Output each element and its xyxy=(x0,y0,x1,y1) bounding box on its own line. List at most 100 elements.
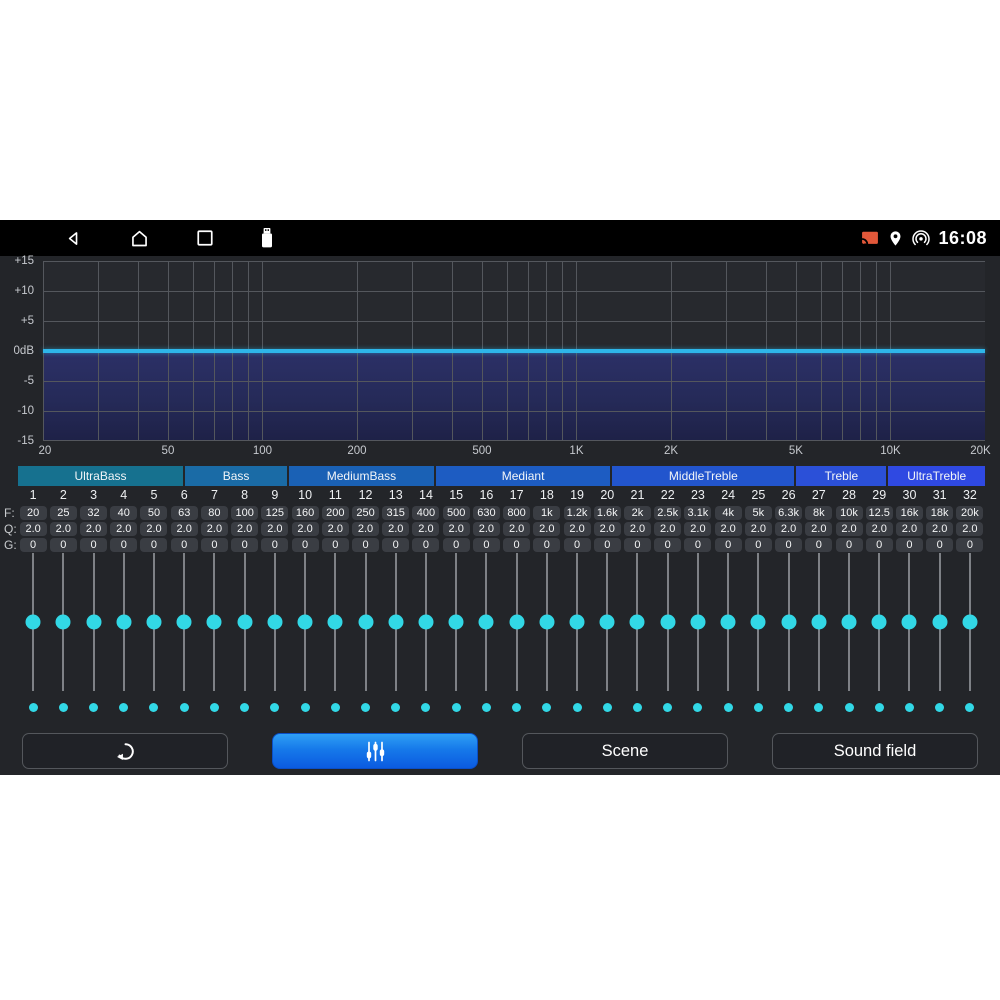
f-value-chip[interactable]: 315 xyxy=(382,506,409,520)
gain-slider[interactable] xyxy=(48,553,78,691)
q-value-chip[interactable]: 2.0 xyxy=(836,522,863,536)
gain-slider[interactable] xyxy=(804,553,834,691)
g-value-chip[interactable]: 0 xyxy=(261,538,288,552)
g-value-chip[interactable]: 0 xyxy=(745,538,772,552)
g-value-chip[interactable]: 0 xyxy=(684,538,711,552)
f-value-chip[interactable]: 63 xyxy=(171,506,198,520)
gain-slider[interactable] xyxy=(78,553,108,691)
gain-slider[interactable] xyxy=(260,553,290,691)
slider-thumb[interactable] xyxy=(449,615,464,630)
slider-thumb[interactable] xyxy=(932,615,947,630)
f-value-chip[interactable]: 2k xyxy=(624,506,651,520)
q-value-chip[interactable]: 2.0 xyxy=(171,522,198,536)
f-value-chip[interactable]: 250 xyxy=(352,506,379,520)
q-value-chip[interactable]: 2.0 xyxy=(926,522,953,536)
g-value-chip[interactable]: 0 xyxy=(292,538,319,552)
gain-slider[interactable] xyxy=(350,553,380,691)
gain-slider[interactable] xyxy=(592,553,622,691)
f-value-chip[interactable]: 50 xyxy=(140,506,167,520)
f-value-chip[interactable]: 18k xyxy=(926,506,953,520)
gain-slider[interactable] xyxy=(925,553,955,691)
f-value-chip[interactable]: 100 xyxy=(231,506,258,520)
g-value-chip[interactable]: 0 xyxy=(171,538,198,552)
g-value-chip[interactable]: 0 xyxy=(654,538,681,552)
q-value-chip[interactable]: 2.0 xyxy=(866,522,893,536)
g-value-chip[interactable]: 0 xyxy=(201,538,228,552)
slider-thumb[interactable] xyxy=(630,615,645,630)
f-value-chip[interactable]: 1.6k xyxy=(594,506,621,520)
gain-slider[interactable] xyxy=(683,553,713,691)
f-value-chip[interactable]: 2.5k xyxy=(654,506,681,520)
q-value-chip[interactable]: 2.0 xyxy=(715,522,742,536)
g-value-chip[interactable]: 0 xyxy=(715,538,742,552)
slider-thumb[interactable] xyxy=(811,615,826,630)
g-value-chip[interactable]: 0 xyxy=(805,538,832,552)
slider-thumb[interactable] xyxy=(207,615,222,630)
f-value-chip[interactable]: 40 xyxy=(110,506,137,520)
slider-thumb[interactable] xyxy=(721,615,736,630)
q-value-chip[interactable]: 2.0 xyxy=(20,522,47,536)
f-value-chip[interactable]: 1k xyxy=(533,506,560,520)
f-value-chip[interactable]: 20k xyxy=(956,506,983,520)
g-value-chip[interactable]: 0 xyxy=(473,538,500,552)
f-value-chip[interactable]: 4k xyxy=(715,506,742,520)
f-value-chip[interactable]: 6.3k xyxy=(775,506,802,520)
f-value-chip[interactable]: 800 xyxy=(503,506,530,520)
f-value-chip[interactable]: 500 xyxy=(443,506,470,520)
q-value-chip[interactable]: 2.0 xyxy=(594,522,621,536)
equalizer-button[interactable] xyxy=(272,733,478,769)
q-value-chip[interactable]: 2.0 xyxy=(352,522,379,536)
g-value-chip[interactable]: 0 xyxy=(110,538,137,552)
f-value-chip[interactable]: 16k xyxy=(896,506,923,520)
g-value-chip[interactable]: 0 xyxy=(443,538,470,552)
g-value-chip[interactable]: 0 xyxy=(533,538,560,552)
g-value-chip[interactable]: 0 xyxy=(926,538,953,552)
q-value-chip[interactable]: 2.0 xyxy=(412,522,439,536)
q-value-chip[interactable]: 2.0 xyxy=(805,522,832,536)
home-button[interactable] xyxy=(124,220,154,256)
q-value-chip[interactable]: 2.0 xyxy=(684,522,711,536)
gain-slider[interactable] xyxy=(109,553,139,691)
f-value-chip[interactable]: 5k xyxy=(745,506,772,520)
f-value-chip[interactable]: 8k xyxy=(805,506,832,520)
q-value-chip[interactable]: 2.0 xyxy=(533,522,560,536)
gain-slider[interactable] xyxy=(894,553,924,691)
q-value-chip[interactable]: 2.0 xyxy=(896,522,923,536)
gain-slider[interactable] xyxy=(199,553,229,691)
f-value-chip[interactable]: 80 xyxy=(201,506,228,520)
slider-thumb[interactable] xyxy=(690,615,705,630)
g-value-chip[interactable]: 0 xyxy=(564,538,591,552)
slider-thumb[interactable] xyxy=(358,615,373,630)
q-value-chip[interactable]: 2.0 xyxy=(624,522,651,536)
slider-thumb[interactable] xyxy=(902,615,917,630)
f-value-chip[interactable]: 20 xyxy=(20,506,47,520)
sound-field-button[interactable]: Sound field xyxy=(772,733,978,769)
slider-thumb[interactable] xyxy=(177,615,192,630)
q-value-chip[interactable]: 2.0 xyxy=(110,522,137,536)
slider-thumb[interactable] xyxy=(962,615,977,630)
slider-thumb[interactable] xyxy=(570,615,585,630)
q-value-chip[interactable]: 2.0 xyxy=(50,522,77,536)
q-value-chip[interactable]: 2.0 xyxy=(745,522,772,536)
g-value-chip[interactable]: 0 xyxy=(866,538,893,552)
slider-thumb[interactable] xyxy=(237,615,252,630)
gain-slider[interactable] xyxy=(622,553,652,691)
slider-thumb[interactable] xyxy=(298,615,313,630)
slider-thumb[interactable] xyxy=(267,615,282,630)
gain-slider[interactable] xyxy=(532,553,562,691)
g-value-chip[interactable]: 0 xyxy=(352,538,379,552)
recents-button[interactable] xyxy=(190,220,220,256)
q-value-chip[interactable]: 2.0 xyxy=(503,522,530,536)
g-value-chip[interactable]: 0 xyxy=(594,538,621,552)
slider-thumb[interactable] xyxy=(146,615,161,630)
g-value-chip[interactable]: 0 xyxy=(322,538,349,552)
g-value-chip[interactable]: 0 xyxy=(140,538,167,552)
q-value-chip[interactable]: 2.0 xyxy=(473,522,500,536)
g-value-chip[interactable]: 0 xyxy=(50,538,77,552)
gain-slider[interactable] xyxy=(471,553,501,691)
q-value-chip[interactable]: 2.0 xyxy=(292,522,319,536)
q-value-chip[interactable]: 2.0 xyxy=(322,522,349,536)
slider-thumb[interactable] xyxy=(388,615,403,630)
g-value-chip[interactable]: 0 xyxy=(956,538,983,552)
f-value-chip[interactable]: 160 xyxy=(292,506,319,520)
